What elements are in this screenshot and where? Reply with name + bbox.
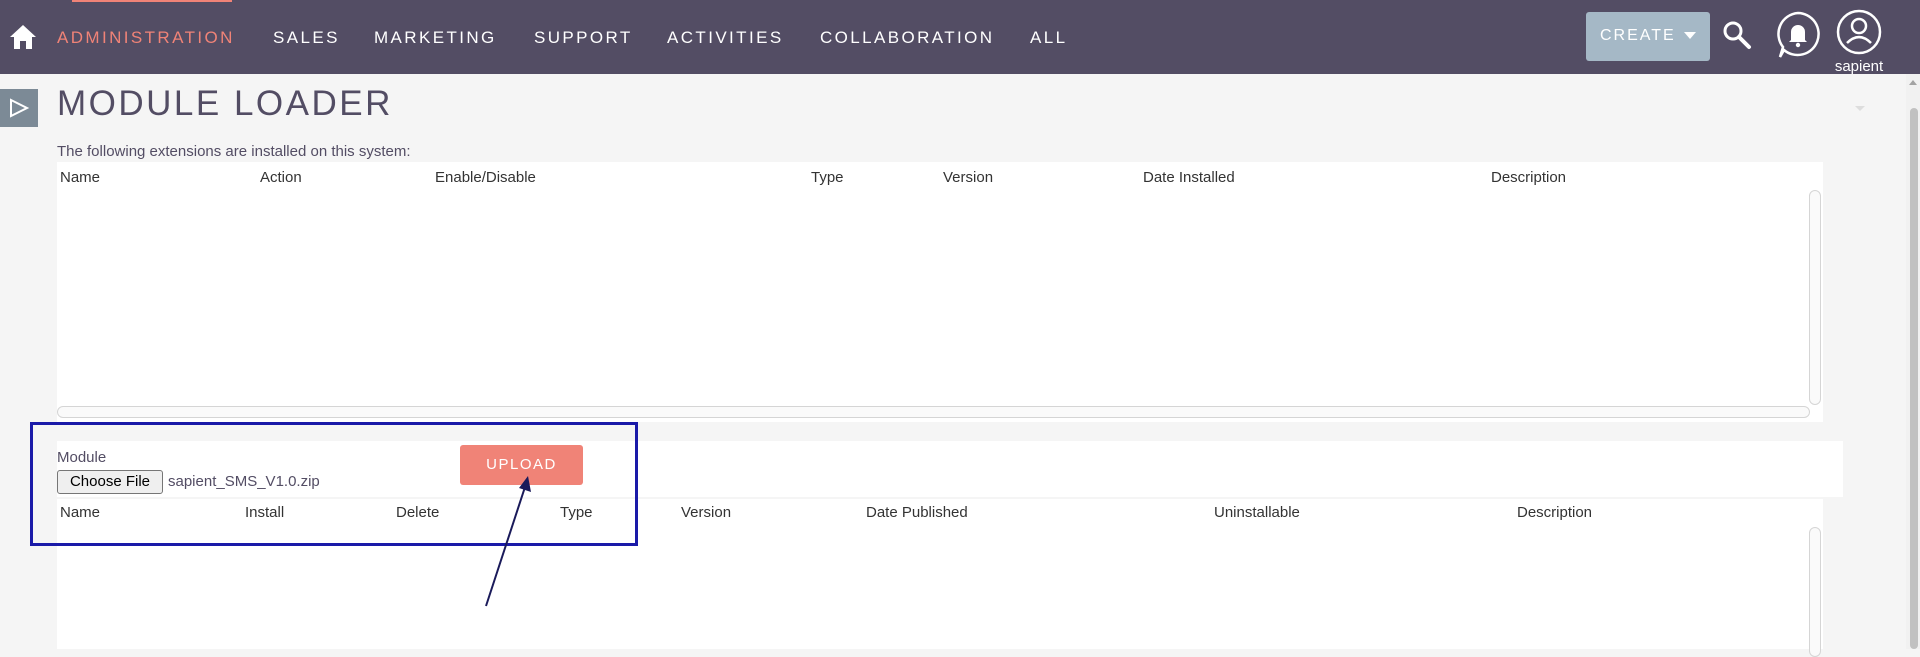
installed-intro-text: The following extensions are installed o… xyxy=(57,143,411,160)
create-button-label: CREATE xyxy=(1600,27,1676,44)
top-nav: ADMINISTRATION SALES MARKETING SUPPORT A… xyxy=(0,0,1920,75)
create-button[interactable]: CREATE xyxy=(1586,12,1710,61)
home-icon[interactable] xyxy=(8,22,38,52)
annotation-arrow-icon xyxy=(485,476,531,607)
column-header: Description xyxy=(1517,504,1593,521)
column-header: Date Installed xyxy=(1143,169,1235,186)
column-header: Date Published xyxy=(866,504,968,521)
chevron-down-icon[interactable] xyxy=(1855,106,1865,111)
active-nav-indicator xyxy=(72,0,232,2)
nav-all[interactable]: ALL xyxy=(1030,28,1067,48)
search-icon[interactable] xyxy=(1722,20,1752,50)
nav-collaboration[interactable]: COLLABORATION xyxy=(820,28,994,48)
column-header: Enable/Disable xyxy=(435,169,536,186)
column-header: Uninstallable xyxy=(1214,504,1300,521)
column-header: Name xyxy=(60,169,101,186)
nav-sales[interactable]: SALES xyxy=(273,28,340,48)
column-header: Description xyxy=(1491,169,1567,186)
nav-marketing[interactable]: MARKETING xyxy=(374,28,497,48)
column-header: Action xyxy=(260,169,302,186)
column-header: Version xyxy=(943,169,994,186)
chevron-down-icon xyxy=(1684,32,1696,39)
bell-icon[interactable] xyxy=(1774,10,1822,60)
column-header: Type xyxy=(811,169,844,186)
user-icon[interactable] xyxy=(1835,8,1883,56)
username-label: sapient xyxy=(1834,58,1884,75)
sidebar-toggle-button[interactable] xyxy=(0,89,38,127)
nav-support[interactable]: SUPPORT xyxy=(534,28,633,48)
installed-extensions-table: Name Action Enable/Disable Type Version … xyxy=(57,162,1823,422)
vertical-scrollbar[interactable] xyxy=(1809,527,1821,657)
scroll-up-icon[interactable] xyxy=(1909,80,1917,85)
horizontal-scrollbar[interactable] xyxy=(57,406,1810,418)
page-scrollbar-thumb[interactable] xyxy=(1910,108,1918,649)
nav-administration[interactable]: ADMINISTRATION xyxy=(57,28,235,48)
vertical-scrollbar[interactable] xyxy=(1809,190,1821,405)
nav-activities[interactable]: ACTIVITIES xyxy=(667,28,784,48)
column-header: Version xyxy=(681,504,732,521)
annotation-highlight-box xyxy=(30,422,638,546)
page-title: MODULE LOADER xyxy=(57,84,393,123)
play-icon xyxy=(10,98,30,118)
